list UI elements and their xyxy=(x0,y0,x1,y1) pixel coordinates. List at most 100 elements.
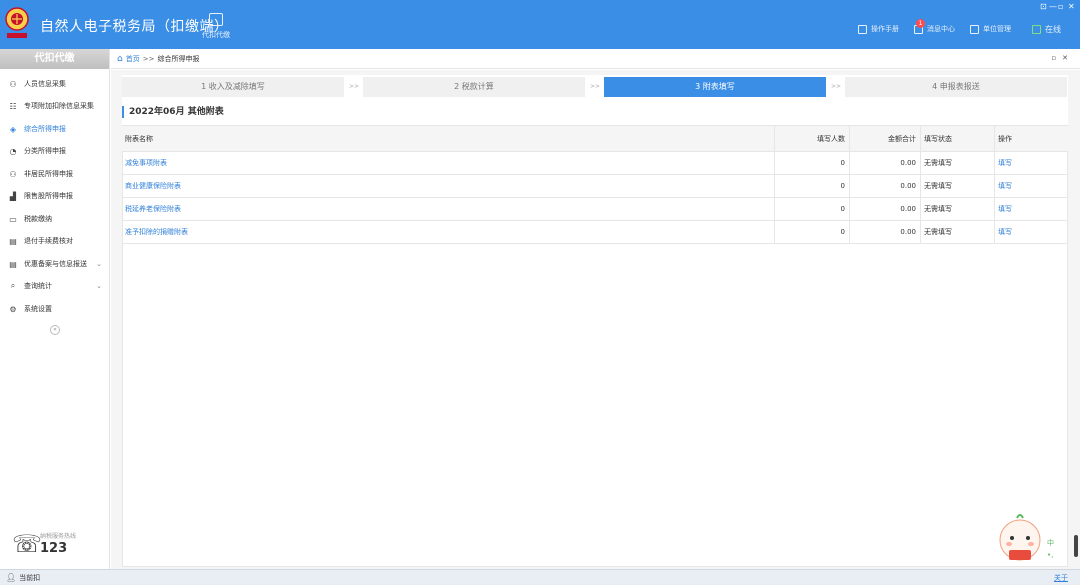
sidebar-item-special-deduction[interactable]: ☷ 专项附加扣除信息采集 xyxy=(0,96,110,116)
sidebar-item-label: 非居民所得申报 xyxy=(24,170,73,178)
sidebar-item-nonresident[interactable]: ⚇ 非居民所得申报 xyxy=(0,164,110,184)
user-icon: 👤︎ xyxy=(6,573,17,582)
sidebar-title: 代扣代缴 xyxy=(0,49,109,69)
schedule-name-link[interactable]: 税延养老保险附表 xyxy=(122,198,774,220)
sidebar-item-tax-payment[interactable]: ▭ 税款缴纳 xyxy=(0,209,110,229)
sidebar-item-comprehensive-income[interactable]: ◈ 综合所得申报 xyxy=(0,119,110,139)
sidebar-item-preferential-filing[interactable]: ▤ 优惠备案与信息报送 ⌄ xyxy=(0,254,110,274)
header-status: 填写状态 xyxy=(920,126,994,151)
step-separator: >> xyxy=(831,83,842,90)
content-panel: 1 收入及减除填写 >> 2 税款计算 >> 3 附表填写 >> 4 申报表报送… xyxy=(122,75,1068,567)
row-status: 无需填写 xyxy=(920,175,994,197)
row-count: 0 xyxy=(774,221,849,243)
nav-daikou-button[interactable]: 代扣代缴 xyxy=(200,13,232,40)
sidebar-collapse-button[interactable]: « xyxy=(50,325,60,335)
step-separator: >> xyxy=(590,83,601,90)
table-header-row: 附表名称 填写人数 金额合计 填写状态 操作 xyxy=(122,126,1068,152)
scrollbar-thumb[interactable] xyxy=(1074,535,1078,557)
row-amount: 0.00 xyxy=(849,175,920,197)
document-icon: ▤ xyxy=(9,259,17,269)
step-2[interactable]: 2 税款计算 xyxy=(363,77,585,97)
chevron-down-icon: ⌄ xyxy=(96,260,102,268)
language-toggle[interactable]: 中 xyxy=(1047,538,1054,548)
title-bar: 自然人电子税务局（扣缴端） 代扣代缴 操作手册 消息中心 1 单位管理 在线 ⊡… xyxy=(0,0,1080,49)
row-count: 0 xyxy=(774,175,849,197)
header-count: 填写人数 xyxy=(774,126,849,151)
about-link[interactable]: 关于 xyxy=(1054,573,1068,583)
hotline-number: 123 xyxy=(40,541,68,556)
sidebar-item-label: 人员信息采集 xyxy=(24,80,66,88)
header-name: 附表名称 xyxy=(125,134,153,143)
main-area: 1 收入及减除填写 >> 2 税款计算 >> 3 附表填写 >> 4 申报表报送… xyxy=(111,70,1080,569)
tab-controls[interactable]: ▫✕ xyxy=(1051,54,1074,62)
row-amount: 0.00 xyxy=(849,198,920,220)
message-badge: 1 xyxy=(916,19,925,28)
table-row: 减免事项附表 0 0.00 无需填写 填写 xyxy=(122,152,1068,175)
document-icon: ▤ xyxy=(9,236,17,246)
person-icon: ⚇ xyxy=(9,169,17,179)
building-icon xyxy=(970,24,979,34)
sidebar-item-person-info[interactable]: ⚇ 人员信息采集 xyxy=(0,74,110,94)
sidebar-item-classified-income[interactable]: ◔ 分类所得申报 xyxy=(0,141,110,161)
maximize-icon[interactable]: ▫ xyxy=(1058,2,1063,11)
online-label: 在线 xyxy=(1045,25,1061,34)
bar-chart-icon: ▟ xyxy=(9,191,17,201)
manual-button[interactable]: 操作手册 xyxy=(858,24,899,34)
row-status: 无需填写 xyxy=(920,152,994,174)
folder-icon: ▭ xyxy=(9,214,17,224)
sidebar-item-query-stats[interactable]: ⌕ 查询统计 ⌄ xyxy=(0,276,110,296)
online-icon xyxy=(1032,25,1041,34)
status-bar: 👤︎ 当前扣 关于 xyxy=(0,569,1080,585)
breadcrumb: ⌂ 首页 >> 综合所得申报 ▫✕ xyxy=(111,49,1080,69)
sidebar-item-label: 税款缴纳 xyxy=(24,215,52,223)
row-status: 无需填写 xyxy=(920,221,994,243)
pie-icon: ◔ xyxy=(9,146,17,156)
sidebar-item-label: 分类所得申报 xyxy=(24,147,66,155)
schedule-name-link[interactable]: 减免事项附表 xyxy=(122,152,774,174)
sidebar: 代扣代缴 ⚇ 人员信息采集 ☷ 专项附加扣除信息采集 ◈ 综合所得申报 ◔ 分类… xyxy=(0,49,110,569)
person-icon: ⚇ xyxy=(9,79,17,89)
message-center-label: 消息中心 xyxy=(927,25,955,33)
service-hotline: ☏ 纳税服务热线 123 xyxy=(12,529,102,561)
schedule-name-link[interactable]: 准予扣除的捐赠附表 xyxy=(122,221,774,243)
sidebar-item-refund-fee[interactable]: ▤ 退付手续费核对 xyxy=(0,231,110,251)
online-status[interactable]: 在线 xyxy=(1032,24,1061,35)
step-4[interactable]: 4 申报表报送 xyxy=(845,77,1067,97)
step-separator: >> xyxy=(349,83,360,90)
minimize-icon[interactable]: — xyxy=(1049,2,1057,11)
chevron-down-icon: ⌄ xyxy=(96,282,102,290)
gear-icon: ⚙ xyxy=(9,304,17,314)
sidebar-item-system-settings[interactable]: ⚙ 系统设置 xyxy=(0,299,110,319)
step-3[interactable]: 3 附表填写 xyxy=(604,77,826,97)
fill-link[interactable]: 填写 xyxy=(994,152,1068,174)
row-amount: 0.00 xyxy=(849,221,920,243)
manual-label: 操作手册 xyxy=(871,25,899,33)
sidebar-item-label: 系统设置 xyxy=(24,305,52,313)
float-extra[interactable]: •, xyxy=(1047,551,1053,559)
header-operation: 操作 xyxy=(994,126,1068,151)
step-1[interactable]: 1 收入及减除填写 xyxy=(122,77,344,97)
fill-link[interactable]: 填写 xyxy=(994,175,1068,197)
sidebar-item-label: 专项附加扣除信息采集 xyxy=(24,102,94,110)
table-row: 准予扣除的捐赠附表 0 0.00 无需填写 填写 xyxy=(122,221,1068,244)
schedule-name-link[interactable]: 商业健康保险附表 xyxy=(122,175,774,197)
fill-link[interactable]: 填写 xyxy=(994,221,1068,243)
tax-emblem-logo xyxy=(5,7,29,38)
assistant-mascot[interactable] xyxy=(997,512,1043,568)
row-amount: 0.00 xyxy=(849,152,920,174)
schedule-table: 附表名称 填写人数 金额合计 填写状态 操作 减免事项附表 0 0.00 无需填… xyxy=(122,125,1068,244)
sidebar-item-label: 查询统计 xyxy=(24,282,52,290)
sidebar-item-restricted-shares[interactable]: ▟ 限售股所得申报 xyxy=(0,186,110,206)
unit-management-button[interactable]: 单位管理 xyxy=(970,24,1011,34)
sidebar-item-label: 综合所得申报 xyxy=(24,125,66,133)
home-icon[interactable]: ⌂ xyxy=(117,54,123,64)
nav-daikou-label: 代扣代缴 xyxy=(202,31,230,39)
skin-icon[interactable]: ⊡ xyxy=(1040,2,1047,11)
breadcrumb-separator: >> xyxy=(142,54,155,63)
fill-link[interactable]: 填写 xyxy=(994,198,1068,220)
header-amount: 金额合计 xyxy=(849,126,920,151)
section-title: 2022年06月 其他附表 xyxy=(122,106,224,118)
list-icon: ☷ xyxy=(9,101,17,111)
close-icon[interactable]: ✕ xyxy=(1068,2,1075,11)
breadcrumb-home-link[interactable]: 首页 xyxy=(126,54,140,64)
